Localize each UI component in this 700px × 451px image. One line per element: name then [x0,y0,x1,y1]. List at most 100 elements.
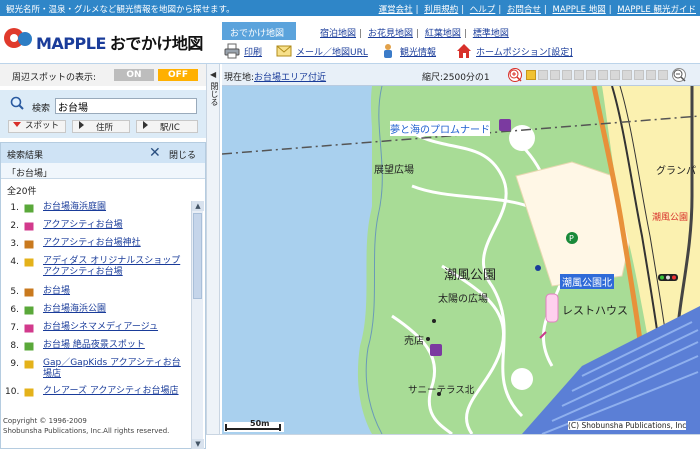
results-count: 全20件 [7,187,37,197]
search-input[interactable] [55,98,197,114]
search-icon [10,96,24,110]
result-link[interactable]: お台場海浜公園 [43,304,189,315]
tab-standard[interactable]: 標準地図 [473,29,509,39]
map-scale: 縮尺:2500分の1 [422,73,490,83]
results-close-button[interactable]: ✕ 閉じる [145,143,205,163]
spot-search-button[interactable]: スポット [8,120,66,133]
left-panel: 周辺スポットの表示: ON OFF 検索 スポット 住所 駅/IC 検索結果 ✕… [0,64,206,449]
map-label-shop: 売店 [404,336,424,347]
results-close-label: 閉じる [169,151,197,161]
category-icon [23,257,35,268]
result-link[interactable]: Gap／GapKids アクアシティお台場店 [43,358,189,380]
top-bar: 観光名所・温泉・グルメなど観光情報を地図から探せます。 運営会社 | 利用規約 | … [0,0,700,16]
map-label-park: 潮風公園 [444,268,497,283]
header-links: 運営会社 | 利用規約 | ヘルプ | お問合せ | MAPPLE 地図 | MAPPLE… [378,5,696,15]
home-icon [457,44,471,58]
result-link[interactable]: お台場 [43,286,189,297]
link-company[interactable]: 運営会社 [379,5,413,15]
tab-odekake[interactable]: おでかけ地図 [222,22,296,40]
zoom-level-current[interactable] [526,70,536,80]
address-search-button[interactable]: 住所 [72,120,130,133]
copyright-line: Copyright © 1996-2009 [3,417,87,425]
map-canvas[interactable]: P 夢と海のプロムナード 展望広場 潮風公園 太陽の広場 潮風公園北 レストハウ… [222,86,700,434]
home-position-link[interactable]: ホームポジション[設定] [476,45,573,58]
tab-lodging[interactable]: 宿泊地図 [320,29,356,39]
logo-brand: MAPPLE [36,34,106,53]
scale-bar-label: 50m [250,419,270,428]
dropdown-icon [13,122,21,127]
station-ic-search-button[interactable]: 駅/IC [136,120,198,133]
logo-subtitle: おでかけ地図 [109,34,204,53]
scroll-thumb[interactable] [193,213,202,299]
map-bottom-border [206,434,700,435]
zoom-out-icon[interactable] [672,68,686,82]
results-query: 「お台場」 [1,163,205,179]
link-mapple-guide[interactable]: MAPPLE 観光ガイド [617,5,696,15]
result-link[interactable]: お台場海浜庭園 [43,202,189,213]
nearby-off-button[interactable]: OFF [158,69,198,81]
print-link[interactable]: 印刷 [244,45,262,58]
results-scrollbar[interactable]: ▲ ▼ [191,201,204,449]
copyright-line: Shobunsha Publications, Inc.All rights r… [3,427,170,435]
scroll-up-icon[interactable]: ▲ [192,201,204,211]
tab-hanami[interactable]: お花見地図 [368,29,413,39]
current-location: 現在地:お台場エリア付近 [224,73,327,83]
result-link[interactable]: お台場シネマメディアージュ [43,322,189,333]
zoom-slider[interactable] [508,68,690,82]
nearby-on-button[interactable]: ON [114,69,154,81]
panel-collapse-toggle[interactable]: ◀ 閉じる [206,64,220,434]
sightseeing-icon [384,44,392,58]
site-tagline: 観光名所・温泉・グルメなど観光情報を地図から探せます。 [6,5,235,15]
zoom-in-icon[interactable] [508,68,522,82]
printer-icon [224,43,240,59]
sightseeing-link[interactable]: 観光情報 [400,45,436,58]
map-label-sun-square: 太陽の広場 [438,294,488,305]
map-credit: (C) Shobunsha Publications, Inc [568,421,687,430]
category-icon [23,323,35,334]
map-label-promenade[interactable]: 夢と海のプロムナード [390,121,490,136]
current-location-link[interactable]: お台場エリア付近 [254,73,326,83]
map-label-rest-house: レストハウス [562,304,628,317]
search-label: 検索 [32,104,51,114]
category-icon [23,287,35,298]
chevron-left-icon: ◀ [210,70,217,79]
play-icon [79,121,84,129]
nearby-spots-toggle: 周辺スポットの表示: ON OFF [0,64,206,86]
category-icon [23,239,35,250]
search-box: 検索 スポット 住所 駅/IC [0,90,206,138]
result-link[interactable]: お台場 絶品夜景スポット [43,340,189,351]
category-icon [23,341,35,352]
tab-autumn[interactable]: 紅葉地図 [425,29,461,39]
category-icon [23,305,35,316]
collapse-label: 閉じる [210,82,219,106]
tool-row: 印刷 メール／地図URL 観光情報 ホームポジション[設定] [222,42,700,62]
category-icon [23,359,35,370]
site-logo[interactable]: MAPPLE おでかけ地図 [4,26,214,54]
link-mapple-map[interactable]: MAPPLE 地図 [552,5,605,15]
results-header: 検索結果 ✕ 閉じる [1,143,205,163]
result-link[interactable]: アディダス オリジナルスショップ アクアシティお台場 [43,256,189,278]
scroll-down-icon[interactable]: ▼ [192,439,204,449]
result-link[interactable]: アクアシティお台場神社 [43,238,189,249]
link-contact[interactable]: お問合せ [507,5,541,15]
results-list: 1. お台場海浜庭園 2. アクアシティお台場 3. アクアシティお台場神社 4… [1,201,191,451]
results-title: 検索結果 [7,151,44,161]
map-label-grand: グランパ [656,166,696,177]
copyright: Copyright © 1996-2009 Shobunsha Publicat… [3,416,169,436]
result-link[interactable]: アクアシティお台場 [43,220,189,231]
map-label-observatory: 展望広場 [374,165,414,176]
link-help[interactable]: ヘルプ [470,5,496,15]
svg-text:P: P [569,234,574,243]
category-icon [23,387,35,398]
map-label-park-east: 潮風公園 [652,213,689,223]
result-link[interactable]: クレアーズ アクアシティお台場店 [43,386,189,397]
link-terms[interactable]: 利用規約 [424,5,458,15]
map-label-sunny-terrace: サニーテラス北 [408,385,475,396]
category-icon [23,221,35,232]
mail-icon [276,45,292,57]
play-icon [143,121,148,129]
map-label-park-north[interactable]: 潮風公園北 [560,274,614,289]
nearby-label: 周辺スポットの表示: [12,73,97,83]
mail-url-link[interactable]: メール／地図URL [296,45,368,58]
category-icon [23,203,35,214]
